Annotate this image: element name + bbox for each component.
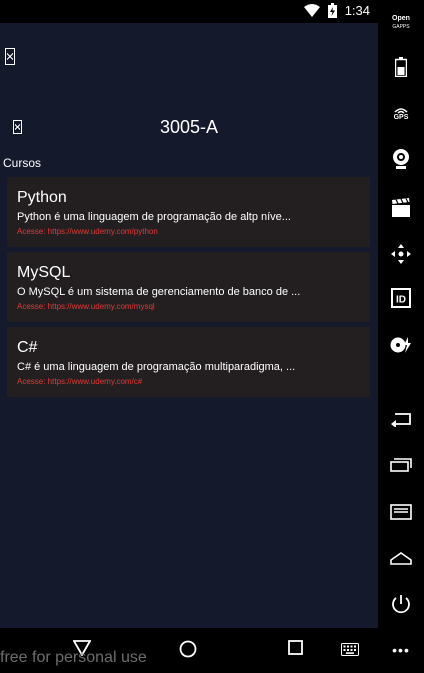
power-icon[interactable] <box>378 592 424 616</box>
battery-widget-icon[interactable] <box>378 56 424 78</box>
back-arrow-icon[interactable] <box>378 407 424 431</box>
emulator-side-panel: Open GAPPS GPS ID ••• <box>378 0 424 673</box>
more-options-icon[interactable]: ••• <box>378 639 424 661</box>
opengapps-logo: Open GAPPS <box>392 15 410 30</box>
device-screen: 1:34 3005-A Cursos Python Python é uma l… <box>0 0 424 673</box>
course-card-python[interactable]: Python Python é uma linguagem de program… <box>7 177 370 247</box>
gps-label: GPS <box>393 114 409 121</box>
opengapps-button[interactable]: Open GAPPS <box>378 12 424 34</box>
course-name: MySQL <box>17 264 71 281</box>
course-link[interactable]: Acesse: https://www.udemy.com/python <box>17 227 158 236</box>
home-icon[interactable] <box>378 546 424 570</box>
video-clapper-icon[interactable] <box>378 196 424 220</box>
course-card-csharp[interactable]: C# C# é uma linguagem de programação mul… <box>7 327 370 397</box>
gps-widget-icon[interactable]: GPS <box>378 103 424 125</box>
course-name: C# <box>17 339 38 356</box>
course-name: Python <box>17 189 67 206</box>
battery-icon <box>327 3 337 18</box>
course-link[interactable]: Acesse: https://www.udemy.com/mysql <box>17 302 155 311</box>
menu-icon[interactable] <box>5 48 15 65</box>
status-bar: 1:34 <box>0 0 378 23</box>
course-description: O MySQL é um sistema de gerenciamento de… <box>17 286 301 298</box>
section-label: Cursos <box>3 156 42 170</box>
home-circle-icon[interactable] <box>179 640 197 663</box>
course-description: C# é uma linguagem de programação multip… <box>17 361 296 373</box>
status-time: 1:34 <box>344 3 370 18</box>
wifi-icon <box>303 4 320 17</box>
course-description: Python é uma linguagem de programação de… <box>17 211 291 223</box>
course-link[interactable]: Acesse: https://www.udemy.com/c# <box>17 377 142 386</box>
app-content: 3005-A Cursos Python Python é uma lingua… <box>0 23 378 628</box>
keyboard-icon[interactable] <box>341 643 359 661</box>
disk-flash-icon[interactable] <box>378 333 424 357</box>
page-title: 3005-A <box>159 117 219 137</box>
recents-square-icon[interactable] <box>288 640 303 660</box>
dpad-move-icon[interactable] <box>378 242 424 266</box>
device-id-icon[interactable]: ID <box>378 286 424 310</box>
camera-widget-icon[interactable] <box>378 147 424 171</box>
svg-text:ID: ID <box>396 295 406 306</box>
recent-apps-icon[interactable] <box>378 452 424 476</box>
menu-bars-icon[interactable] <box>378 500 424 524</box>
watermark-text: free for personal use <box>0 649 147 666</box>
course-card-mysql[interactable]: MySQL O MySQL é um sistema de gerenciame… <box>7 252 370 322</box>
